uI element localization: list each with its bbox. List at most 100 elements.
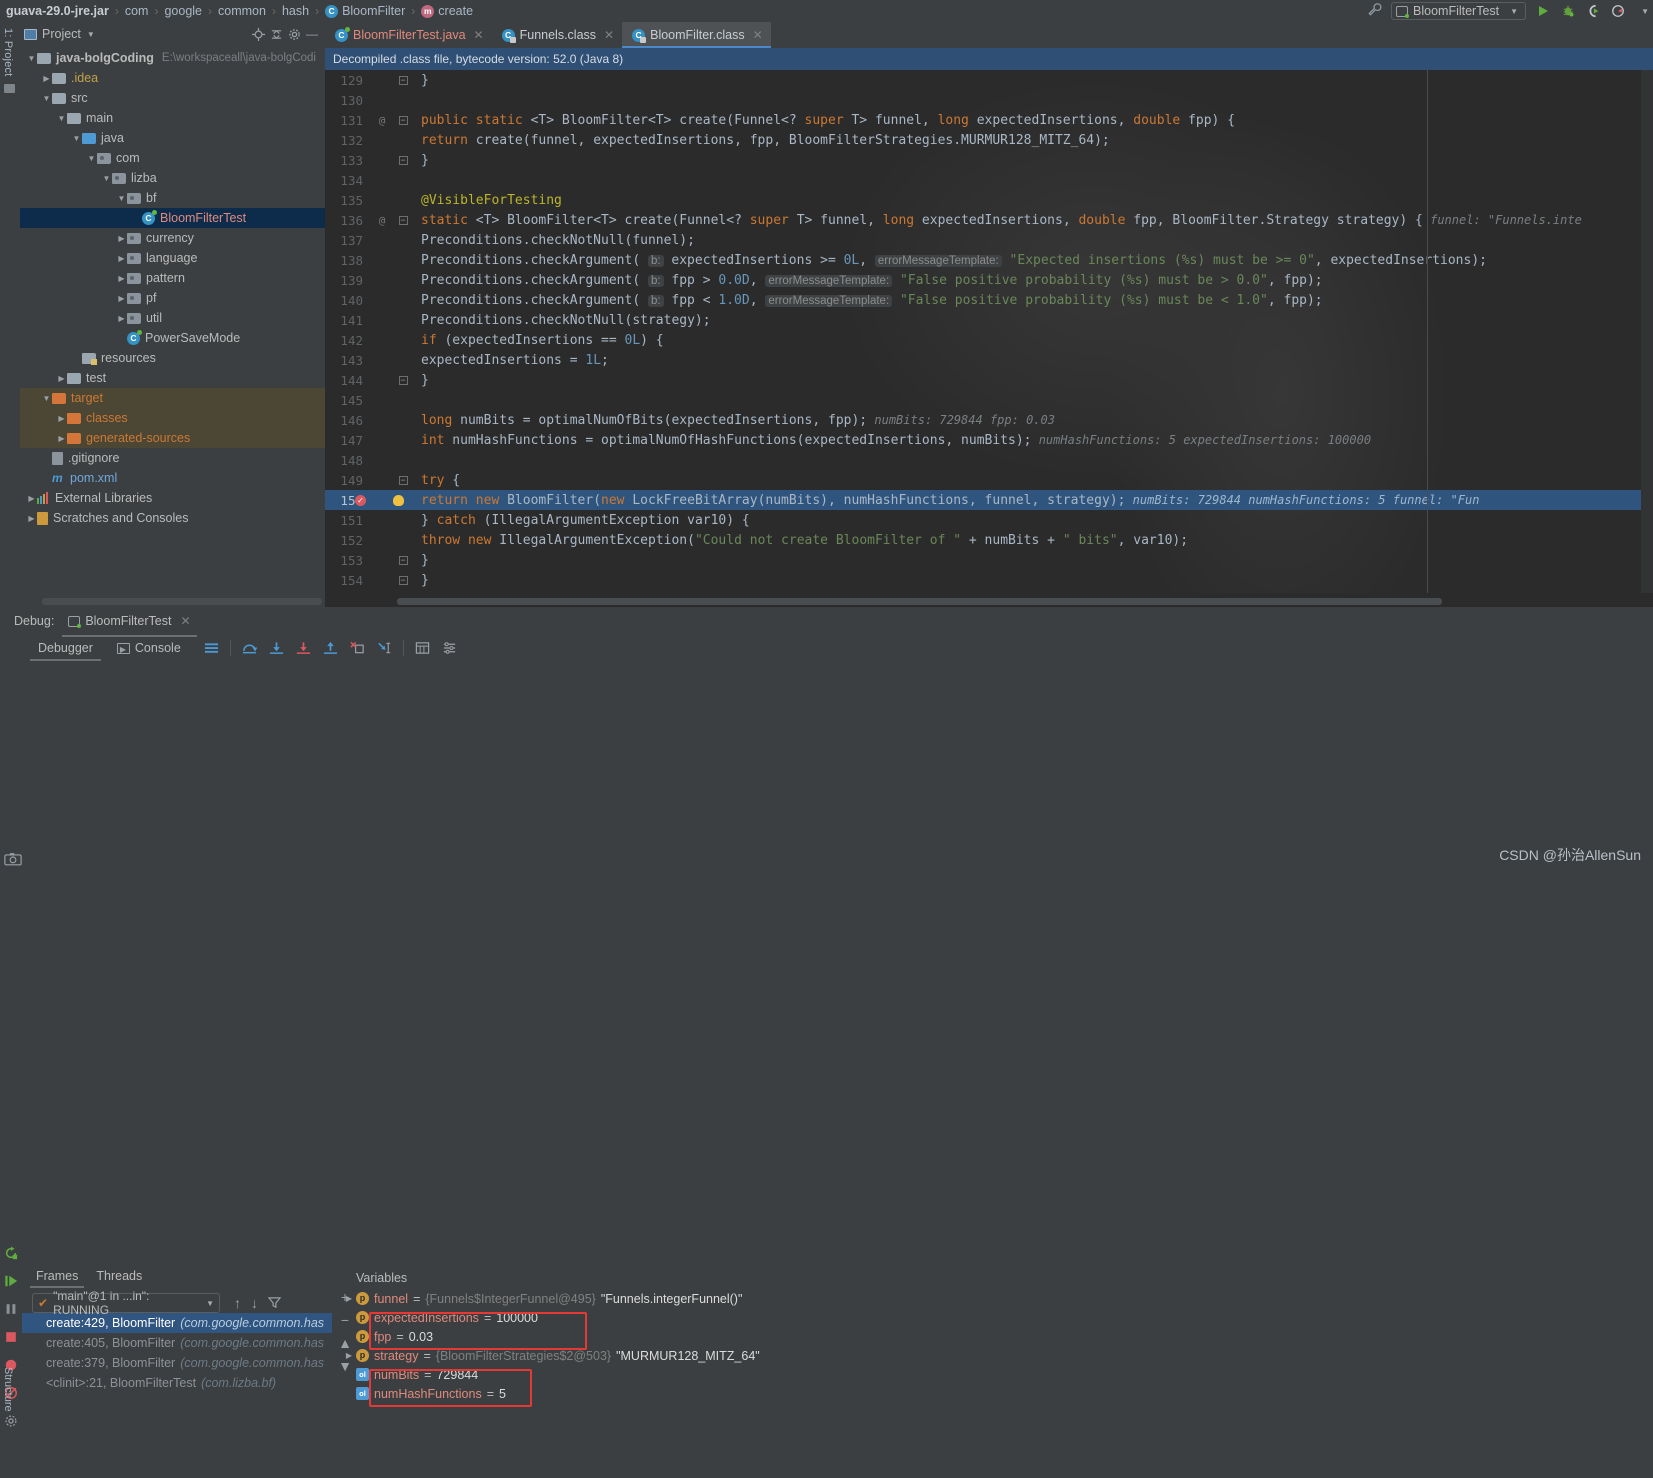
wrench-icon[interactable] — [1367, 2, 1382, 20]
chevron-right-icon[interactable]: ▶ — [41, 74, 52, 83]
step-over-icon[interactable] — [241, 640, 258, 657]
chevron-down-icon[interactable]: ▼ — [41, 394, 52, 403]
code-line-135[interactable]: 135 @VisibleForTesting — [325, 190, 1653, 210]
fold-toggle-icon[interactable]: − — [393, 375, 413, 386]
code-lines[interactable]: 129− } 130 131 @ − public static <T> BloomFi… — [325, 70, 1653, 593]
editor-tab-bloomfilter-class[interactable]: BloomFilter.class ✕ — [622, 22, 771, 48]
fold-toggle-icon[interactable]: − — [393, 75, 413, 86]
stop-icon[interactable] — [4, 1329, 19, 1344]
run-with-coverage-icon[interactable] — [1585, 3, 1601, 19]
fold-toggle-icon[interactable]: − — [393, 215, 413, 226]
tree-item-language[interactable]: ▶ language — [20, 248, 325, 268]
breadcrumb-item-bloomfilter[interactable]: BloomFilter — [325, 4, 405, 18]
tree-item--idea[interactable]: ▶ .idea — [20, 68, 325, 88]
tree-item-resources[interactable]: • resources — [20, 348, 325, 368]
frame-item[interactable]: create:405, BloomFilter (com.google.commo… — [22, 1333, 332, 1353]
frame-item[interactable]: <clinit>:21, BloomFilterTest (com.lizba.b… — [22, 1373, 332, 1393]
chevron-down-icon[interactable]: ▼ — [116, 194, 127, 203]
code-line-132[interactable]: 132 return create(funnel, expectedInsert… — [325, 130, 1653, 150]
tree-item-src[interactable]: ▼ src — [20, 88, 325, 108]
run-to-cursor-icon[interactable] — [376, 640, 393, 657]
variables-list[interactable]: ▶funnel={Funnels$IntegerFunnel@495}"Funn… — [334, 1289, 1653, 1403]
code-line-145[interactable]: 145 — [325, 390, 1653, 410]
project-tree[interactable]: ▼ java-bolgCoding E:\workspaceall\java-bol… — [20, 46, 325, 593]
code-line-134[interactable]: 134 — [325, 170, 1653, 190]
code-line-138[interactable]: 138 Preconditions.checkArgument( b: expe… — [325, 250, 1653, 270]
tree-item-bloomfiltertest[interactable]: • BloomFilterTest — [20, 208, 325, 228]
filter-icon[interactable] — [267, 1296, 282, 1310]
variable-row[interactable]: fpp = 0.03 — [334, 1327, 1653, 1346]
step-into-icon[interactable] — [268, 640, 285, 657]
sidebar-tab-project[interactable]: 1: Project — [2, 28, 14, 76]
chevron-right-icon[interactable]: ▶ — [116, 254, 127, 263]
chevron-down-icon[interactable]: ▼ — [26, 54, 37, 63]
code-line-143[interactable]: 143 expectedInsertions = 1L; — [325, 350, 1653, 370]
force-step-into-icon[interactable] — [295, 640, 312, 657]
code-line-152[interactable]: 152 throw new IllegalArgumentException("… — [325, 530, 1653, 550]
editor-tab-funnels-class[interactable]: Funnels.class ✕ — [492, 22, 623, 48]
layout-icon[interactable] — [203, 640, 220, 657]
tree-item-classes[interactable]: ▶ classes — [20, 408, 325, 428]
chevron-down-icon[interactable]: ▼ — [41, 94, 52, 103]
pause-icon[interactable] — [4, 1301, 19, 1316]
tree-item-pattern[interactable]: ▶ pattern — [20, 268, 325, 288]
tree-item-test[interactable]: ▶ test — [20, 368, 325, 388]
tree-item-java[interactable]: ▼ java — [20, 128, 325, 148]
tree-item-external-libraries[interactable]: ▶ External Libraries — [20, 488, 325, 508]
code-line-155[interactable]: 155 — [325, 590, 1653, 594]
close-icon[interactable]: ✕ — [474, 28, 484, 42]
debug-settings-icon[interactable] — [4, 1413, 19, 1428]
code-line-133[interactable]: 133 − } — [325, 150, 1653, 170]
settings-icon[interactable] — [441, 640, 458, 657]
chevron-down-icon[interactable]: ▼ — [101, 174, 112, 183]
breadcrumb[interactable]: guava-29.0-jre.jar › com › google › common › has… — [6, 4, 473, 18]
close-icon[interactable]: ✕ — [753, 28, 763, 42]
frame-up-icon[interactable]: ↑ — [234, 1296, 241, 1310]
tree-item-main[interactable]: ▼ main — [20, 108, 325, 128]
editor-tab-bloomfiltertest-java[interactable]: BloomFilterTest.java ✕ — [325, 22, 492, 48]
chevron-down-icon[interactable]: ▼ — [71, 134, 82, 143]
code-line-130[interactable]: 130 — [325, 90, 1653, 110]
variable-row[interactable]: ▶strategy={BloomFilterStrategies$2@503}"… — [334, 1346, 1653, 1365]
tree-item-util[interactable]: ▶ util — [20, 308, 325, 328]
variable-row[interactable]: expectedInsertions = 100000 — [334, 1308, 1653, 1327]
move-up-icon[interactable]: ▲ — [338, 1336, 352, 1350]
intention-bulb-icon[interactable] — [393, 494, 404, 506]
resume-icon[interactable] — [4, 1273, 19, 1288]
tree-item-bf[interactable]: ▼ bf — [20, 188, 325, 208]
add-watch-icon[interactable]: + — [341, 1290, 349, 1304]
tab-threads[interactable]: Threads — [96, 1269, 142, 1287]
code-line-150[interactable]: 150 return new BloomFilter(new LockFreeB… — [325, 490, 1653, 510]
tree-item-target[interactable]: ▼ target — [20, 388, 325, 408]
code-line-142[interactable]: 142 if (expectedInsertions == 0L) { — [325, 330, 1653, 350]
variable-row[interactable]: ▶funnel={Funnels$IntegerFunnel@495}"Funn… — [334, 1289, 1653, 1308]
code-line-131[interactable]: 131 @ − public static <T> BloomFilter<T> c… — [325, 110, 1653, 130]
chevron-down-icon[interactable]: ▼ — [86, 154, 97, 163]
tree-item-java-bolgcoding[interactable]: ▼ java-bolgCoding E:\workspaceall\java-bol… — [20, 48, 325, 68]
code-line-147[interactable]: 147 int numHashFunctions = optimalNumOfH… — [325, 430, 1653, 450]
chevron-right-icon[interactable]: ▶ — [56, 374, 67, 383]
code-line-146[interactable]: 146 long numBits = optimalNumOfBits(expe… — [325, 410, 1653, 430]
remove-watch-icon[interactable]: − — [341, 1313, 349, 1327]
chevron-right-icon[interactable]: ▶ — [56, 434, 67, 443]
fold-toggle-icon[interactable]: − — [393, 575, 413, 586]
profiler-icon[interactable] — [1610, 3, 1626, 19]
fold-toggle-icon[interactable]: − — [393, 475, 413, 486]
favorites-icon[interactable] — [4, 84, 15, 93]
breadcrumb-item-create[interactable]: create — [421, 4, 473, 18]
move-down-icon[interactable]: ▼ — [338, 1359, 352, 1373]
hide-panel-icon[interactable]: — — [303, 25, 321, 43]
breadcrumb-item-common[interactable]: common — [218, 4, 266, 18]
debug-session-tab[interactable]: BloomFilterTest ✕ — [62, 610, 197, 637]
tree-item-scratches-and-consoles[interactable]: ▶ Scratches and Consoles — [20, 508, 325, 528]
breadcrumb-item-com[interactable]: com — [125, 4, 149, 18]
run-icon[interactable] — [1535, 3, 1551, 19]
code-line-140[interactable]: 140 Preconditions.checkArgument( b: fpp … — [325, 290, 1653, 310]
locate-icon[interactable] — [249, 25, 267, 43]
rerun-icon[interactable] — [4, 1245, 19, 1260]
code-line-129[interactable]: 129 − } — [325, 70, 1653, 90]
tab-console[interactable]: ▶ Console — [116, 641, 181, 655]
tree-item-pom-xml[interactable]: •m pom.xml — [20, 468, 325, 488]
chevron-right-icon[interactable]: ▶ — [26, 514, 37, 523]
code-line-136[interactable]: 136 @ − static <T> BloomFilter<T> create(F… — [325, 210, 1653, 230]
